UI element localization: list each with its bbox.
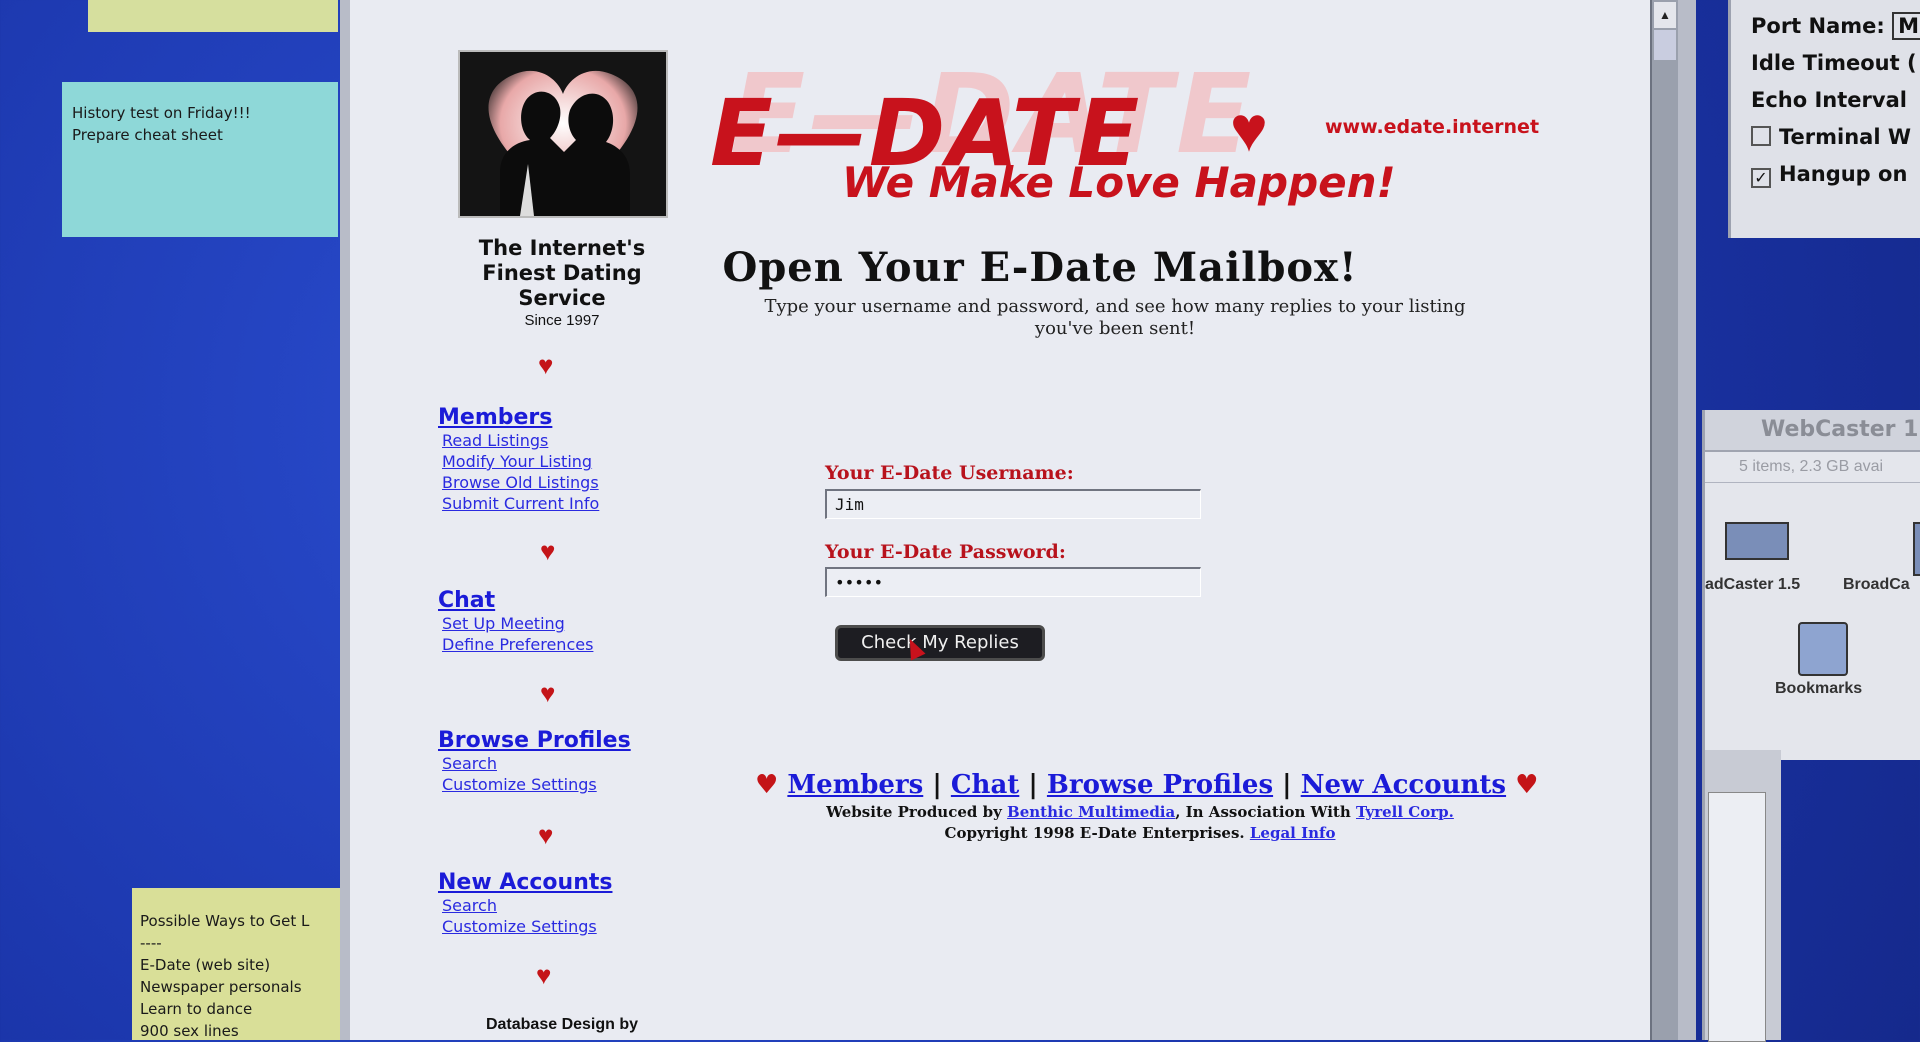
- sticky-note-history: History test on Friday!!! Prepare cheat …: [62, 82, 338, 237]
- nav-search[interactable]: Search: [442, 895, 612, 916]
- port-name-row: Port Name: M: [1751, 8, 1920, 45]
- web-page: The Internet's Finest Dating Service Sin…: [350, 0, 1652, 1040]
- hangup-row[interactable]: ✓ Hangup on: [1751, 156, 1920, 193]
- echo-interval-label: Echo Interval: [1751, 88, 1907, 112]
- scroll-up-icon[interactable]: ▲: [1654, 2, 1676, 28]
- couple-silhouette-icon: [488, 70, 638, 216]
- heart-icon: ♥: [755, 770, 779, 800]
- app-icon[interactable]: [1725, 522, 1789, 560]
- browser-window: The Internet's Finest Dating Service Sin…: [340, 0, 1696, 1040]
- page-instructions: Type your username and password, and see…: [764, 296, 1466, 339]
- password-label: Your E-Date Password:: [825, 541, 1066, 563]
- note-line: 900 sex lines: [140, 1022, 239, 1040]
- checkbox-unchecked-icon[interactable]: [1751, 126, 1771, 146]
- footer-link-new-accounts[interactable]: New Accounts: [1301, 770, 1506, 800]
- nav-browse-old-listings[interactable]: Browse Old Listings: [442, 472, 599, 493]
- background-window-content: [1708, 792, 1766, 1042]
- nav-read-listings[interactable]: Read Listings: [442, 430, 599, 451]
- edate-banner: E—DATE E—DATE ♥ www.edate.internet We Ma…: [710, 50, 1590, 220]
- username-field[interactable]: Jim: [825, 489, 1201, 519]
- footer-link-browse-profiles[interactable]: Browse Profiles: [1047, 770, 1273, 800]
- heart-icon: ♥: [538, 820, 554, 850]
- nav-browse-profiles[interactable]: Browse Profiles: [438, 728, 631, 753]
- note-line: Prepare cheat sheet: [72, 126, 223, 144]
- heart-icon: ♥: [538, 350, 554, 380]
- footer-nav: ♥ Members | Chat | Browse Profiles | New…: [755, 770, 1538, 800]
- slogan: We Make Love Happen!: [842, 158, 1396, 207]
- nav-group-chat: Chat Set Up Meeting Define Preferences: [438, 588, 593, 655]
- nav-search[interactable]: Search: [442, 753, 631, 774]
- note-line: Possible Ways to Get L: [140, 912, 310, 930]
- vertical-scrollbar[interactable]: ▲: [1650, 0, 1678, 1040]
- note-line: Learn to dance: [140, 1000, 253, 1018]
- partner-link[interactable]: Tyrell Corp.: [1356, 803, 1454, 821]
- window-title[interactable]: WebCaster 1.: [1705, 410, 1920, 452]
- heart-icon: ♥: [540, 536, 556, 566]
- nav-submit-current-info[interactable]: Submit Current Info: [442, 493, 599, 514]
- nav-chat[interactable]: Chat: [438, 588, 593, 613]
- nav-modify-listing[interactable]: Modify Your Listing: [442, 451, 599, 472]
- producer-link[interactable]: Benthic Multimedia: [1007, 803, 1175, 821]
- database-design-credit: Database Design by: [485, 1016, 639, 1033]
- folder-icon[interactable]: [1798, 622, 1848, 676]
- sticky-note-ways: Possible Ways to Get L ---- E-Date (web …: [132, 888, 342, 1040]
- username-label: Your E-Date Username:: [825, 462, 1074, 484]
- couple-logo: [458, 50, 668, 218]
- page-title: Open Your E-Date Mailbox!: [722, 244, 1358, 291]
- footer-link-chat[interactable]: Chat: [951, 770, 1019, 800]
- idle-timeout-label: Idle Timeout (: [1751, 51, 1917, 75]
- footer-link-members[interactable]: Members: [787, 770, 923, 800]
- footer-copyright: Copyright 1998 E-Date Enterprises. Legal…: [750, 824, 1530, 842]
- scroll-thumb[interactable]: [1654, 30, 1676, 60]
- password-field[interactable]: •••••: [825, 567, 1201, 597]
- note-line: Newspaper personals: [140, 978, 302, 996]
- checkbox-checked-icon[interactable]: ✓: [1751, 168, 1771, 188]
- note-line: E-Date (web site): [140, 956, 271, 974]
- note-line: History test on Friday!!!: [72, 104, 251, 122]
- tagline: The Internet's Finest Dating Service: [478, 236, 646, 310]
- site-url: www.edate.internet: [1325, 116, 1540, 138]
- item-label[interactable]: BroadCa: [1843, 576, 1910, 594]
- association-text: , In Association With: [1175, 803, 1351, 821]
- modem-settings-panel: Port Name: M Idle Timeout ( Echo Interva…: [1728, 0, 1920, 238]
- nav-customize-settings[interactable]: Customize Settings: [442, 916, 612, 937]
- hangup-label: Hangup on: [1779, 162, 1908, 186]
- nav-members[interactable]: Members: [438, 405, 599, 430]
- separator: |: [1028, 770, 1038, 800]
- separator: |: [932, 770, 942, 800]
- terminal-label: Terminal W: [1779, 125, 1912, 149]
- nav-new-accounts[interactable]: New Accounts: [438, 870, 612, 895]
- heart-icon: ♥: [540, 678, 556, 708]
- note-line: ----: [140, 934, 162, 952]
- nav-set-up-meeting[interactable]: Set Up Meeting: [442, 613, 593, 634]
- port-name-label: Port Name:: [1751, 14, 1885, 38]
- webcaster-window: WebCaster 1. 5 items, 2.3 GB avai adCast…: [1702, 410, 1920, 760]
- item-label[interactable]: adCaster 1.5: [1705, 576, 1800, 594]
- app-icon[interactable]: [1913, 522, 1920, 576]
- nav-group-browse-profiles: Browse Profiles Search Customize Setting…: [438, 728, 631, 795]
- heart-icon: ♥: [536, 960, 552, 990]
- legal-info-link[interactable]: Legal Info: [1250, 824, 1336, 842]
- copyright-text: Copyright 1998 E-Date Enterprises.: [944, 824, 1245, 842]
- sticky-note-top: [88, 0, 338, 32]
- footer-credits: Website Produced by Benthic Multimedia, …: [750, 803, 1530, 821]
- nav-define-preferences[interactable]: Define Preferences: [442, 634, 593, 655]
- heart-icon: ♥: [1515, 770, 1539, 800]
- terminal-row[interactable]: Terminal W: [1751, 119, 1920, 156]
- heart-icon: ♥: [1230, 93, 1268, 165]
- item-label[interactable]: Bookmarks: [1775, 680, 1862, 698]
- check-replies-button[interactable]: Check My Replies: [835, 625, 1045, 661]
- nav-customize-settings[interactable]: Customize Settings: [442, 774, 631, 795]
- nav-group-members: Members Read Listings Modify Your Listin…: [438, 405, 599, 514]
- folder-info: 5 items, 2.3 GB avai: [1705, 452, 1920, 483]
- since-text: Since 1997: [524, 312, 600, 329]
- produced-by-text: Website Produced by: [826, 803, 1002, 821]
- separator: |: [1282, 770, 1292, 800]
- port-name-field[interactable]: M: [1892, 12, 1920, 40]
- nav-group-new-accounts: New Accounts Search Customize Settings: [438, 870, 612, 937]
